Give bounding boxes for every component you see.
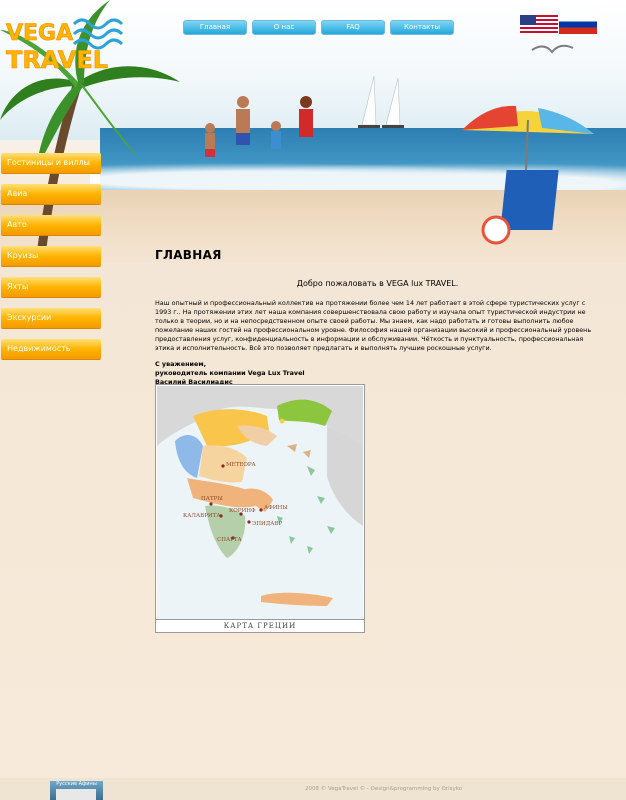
map-caption: КАРТА ГРЕЦИИ <box>156 619 364 632</box>
city-kalavryta: КАЛАВРИТА <box>183 513 221 519</box>
banner-building-icon <box>56 789 96 800</box>
ru-flag-icon[interactable] <box>559 15 597 34</box>
language-switcher <box>520 15 597 34</box>
city-corinth: КОРИНФ <box>229 508 256 514</box>
greece-map: МЕТЕОРА ПАТРЫ АФИНЫ КАЛАВРИТА КОРИНФ СПА… <box>155 384 365 633</box>
menu-item-realty[interactable]: Недвижимость <box>1 339 101 359</box>
signature-greeting: С уважением, <box>155 360 207 369</box>
city-athens: АФИНЫ <box>264 505 288 511</box>
intro-paragraph: Наш опытный и профессиональный коллектив… <box>155 299 592 352</box>
banner-label: Русские Афины <box>56 781 97 787</box>
menu-item-auto[interactable]: Авто <box>1 215 101 235</box>
logo-text-2: TRAVEL <box>6 46 108 74</box>
top-navigation: Главная О нас FAQ Контакты <box>183 20 454 35</box>
family-icon <box>205 96 313 157</box>
greece-map-image: МЕТЕОРА ПАТРЫ АФИНЫ КАЛАВРИТА КОРИНФ СПА… <box>157 386 363 619</box>
city-sparta: СПАРТА <box>217 537 243 543</box>
menu-item-excursions[interactable]: Экскурсии <box>1 308 101 328</box>
seagull-icon <box>531 44 574 54</box>
us-flag-icon[interactable] <box>520 15 558 34</box>
main-content: ГЛАВНАЯ Добро пожаловать в VEGA lux TRAV… <box>155 248 600 387</box>
russian-athens-banner[interactable]: Русские Афины <box>50 781 103 800</box>
welcome-text: Добро пожаловать в VEGA lux TRAVEL. <box>296 279 459 288</box>
city-patras: ПАТРЫ <box>201 496 223 502</box>
topnav-home[interactable]: Главная <box>183 20 247 35</box>
vega-travel-logo[interactable]: VEGA TRAVEL <box>4 12 124 78</box>
sailboats-icon <box>358 75 404 128</box>
menu-item-cruises[interactable]: Круизы <box>1 246 101 266</box>
menu-item-avia[interactable]: Авиа <box>1 184 101 204</box>
page-title: ГЛАВНАЯ <box>155 248 222 262</box>
topnav-contacts[interactable]: Контакты <box>390 20 454 35</box>
logo-text-1: VEGA <box>6 21 73 46</box>
menu-item-yachts[interactable]: Яхты <box>1 277 101 297</box>
topnav-faq[interactable]: FAQ <box>321 20 385 35</box>
parasol-chair-icon <box>462 105 594 245</box>
copyright-text: 2008 © VegaTravel © - Design&programming… <box>305 786 463 792</box>
signature-role: руководитель компании Vega Lux Travel <box>155 369 305 378</box>
menu-item-hotels[interactable]: Гостиницы и виллы <box>1 153 101 173</box>
city-epidaurus: ЭПИДАВР <box>252 521 282 527</box>
city-meteora: МЕТЕОРА <box>226 462 257 468</box>
topnav-about[interactable]: О нас <box>252 20 316 35</box>
